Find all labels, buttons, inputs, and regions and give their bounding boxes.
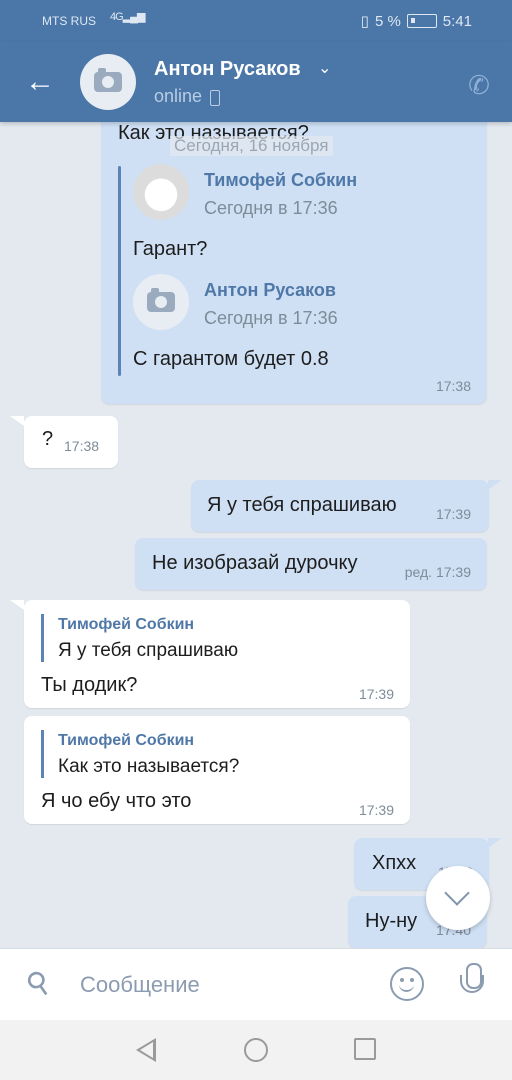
message-bubble[interactable]: ? 17:38	[24, 416, 118, 468]
battery-percent: 5 %	[374, 12, 401, 30]
camera-icon	[94, 68, 122, 92]
message-list[interactable]: Как это называется? Тимофей Собкин Сегод…	[0, 122, 512, 948]
network-label: 4G	[110, 11, 124, 23]
emoji-icon[interactable]	[390, 967, 424, 1001]
message-text: Я чо ебу что это	[41, 790, 192, 812]
nav-back-icon[interactable]	[136, 1038, 156, 1062]
date-separator: Сегодня, 16 ноября	[170, 136, 333, 156]
reply-author[interactable]: Тимофей Собкин	[58, 616, 194, 634]
message-time: 17:38	[64, 438, 100, 454]
status-right: ▯ 5 % 5:41	[360, 12, 472, 31]
message-bubble[interactable]: Не изобразай дурочку ред. 17:39	[135, 538, 487, 590]
back-arrow-icon[interactable]: ←	[22, 64, 58, 100]
bubble-tail	[488, 838, 502, 848]
avatar	[133, 274, 189, 330]
message-input[interactable]	[80, 967, 360, 1003]
forward-author[interactable]: Антон Русаков	[204, 280, 336, 301]
status-bar: MTS RUS 4G▂▄▆ ▯ 5 % 5:41	[0, 0, 512, 42]
nav-home-icon[interactable]	[244, 1038, 268, 1062]
clock: 5:41	[442, 12, 472, 30]
phone-call-icon[interactable]: ✆	[462, 68, 496, 102]
bubble-tail	[10, 600, 24, 610]
forwarded-message-bubble[interactable]: Как это называется? Тимофей Собкин Сегод…	[101, 122, 487, 404]
forward-bar	[118, 166, 121, 376]
forward-author[interactable]: Тимофей Собкин	[204, 170, 357, 191]
message-text: Ты додик?	[41, 674, 138, 696]
reply-text: Как это называется?	[58, 756, 240, 777]
microphone-icon[interactable]	[460, 963, 484, 1005]
message-text: Не изобразай дурочку	[152, 552, 358, 574]
message-composer: ⚲	[0, 948, 512, 1020]
message-time: 17:38	[435, 378, 471, 394]
message-bubble[interactable]: Я у тебя спрашиваю 17:39	[191, 480, 489, 532]
message-text: Хпхх	[372, 852, 417, 874]
bubble-tail	[10, 416, 24, 426]
reply-bar	[41, 730, 44, 778]
forward-date: Сегодня в 17:36	[204, 198, 338, 218]
camera-icon	[147, 288, 175, 312]
chevron-down-icon	[444, 880, 470, 906]
avatar[interactable]	[80, 54, 136, 110]
carrier-label: MTS RUS	[42, 14, 96, 28]
forward-date: Сегодня в 17:36	[204, 308, 338, 328]
reply-author[interactable]: Тимофей Собкин	[58, 732, 194, 750]
vibrate-icon: ▯	[360, 13, 369, 30]
system-navigation-bar	[0, 1020, 512, 1080]
mobile-icon	[210, 90, 221, 106]
message-text: Я у тебя спрашиваю	[207, 494, 397, 516]
battery-icon	[406, 14, 437, 28]
nav-recents-icon[interactable]	[354, 1038, 376, 1060]
forward-text: С гарантом будет 0.8	[133, 348, 329, 370]
scroll-down-button[interactable]	[426, 866, 490, 930]
reply-text: Я у тебя спрашиваю	[58, 640, 239, 661]
message-bubble[interactable]: Тимофей Собкин Как это называется? Я чо …	[24, 716, 410, 824]
bubble-tail	[488, 480, 502, 490]
signal-icon: 4G▂▄▆	[110, 11, 145, 23]
message-text: ?	[42, 428, 54, 450]
chat-header: ← Антон Русаков ⌄ online ✆	[0, 42, 512, 122]
avatar	[133, 164, 189, 220]
message-time: 17:39	[435, 506, 471, 522]
message-time: 17:39	[358, 802, 394, 818]
message-text: Ну-ну	[365, 910, 418, 932]
message-time: 17:39	[358, 686, 394, 702]
message-time: ред. 17:39	[404, 564, 471, 580]
contact-name[interactable]: Антон Русаков	[154, 58, 301, 81]
reply-bar	[41, 614, 44, 662]
forward-text: Гарант?	[133, 238, 208, 260]
paperclip-icon[interactable]: ⚲	[15, 960, 62, 1007]
message-bubble[interactable]: Тимофей Собкин Я у тебя спрашиваю Ты дод…	[24, 600, 410, 708]
contact-status: online	[154, 86, 221, 107]
chevron-down-icon[interactable]: ⌄	[318, 58, 331, 78]
status-label: online	[154, 86, 203, 106]
